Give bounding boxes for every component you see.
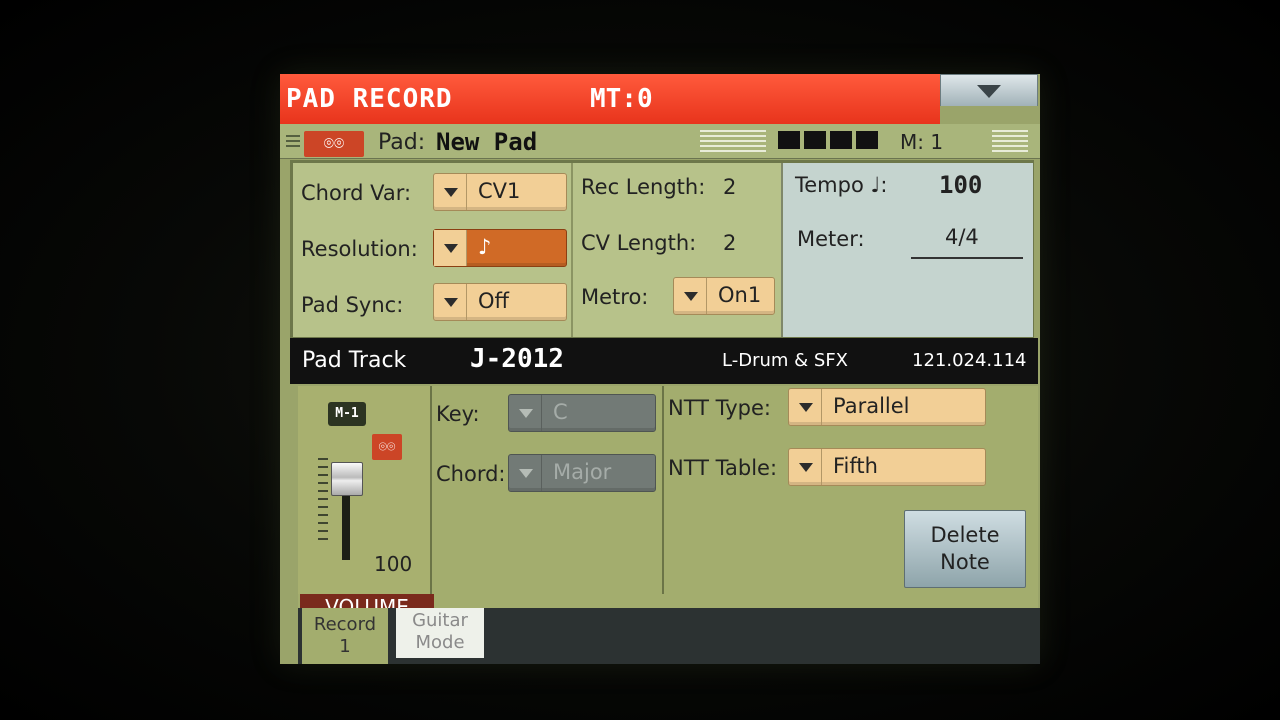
delete-label-line1: Delete: [930, 523, 1000, 547]
cv-length-value[interactable]: 2: [723, 231, 736, 255]
metro-value: On1: [718, 283, 762, 307]
info-row: ⌾⌾ Pad: New Pad M: 1: [280, 124, 1040, 159]
ntt-type-label: NTT Type:: [668, 396, 771, 420]
ntt-table-value: Fifth: [833, 454, 878, 478]
triangle-down-icon: [977, 85, 1001, 98]
chord-var-value: CV1: [478, 179, 521, 203]
tempo-value[interactable]: 100: [939, 171, 982, 199]
track-chip: M-1: [328, 402, 366, 426]
dropdown-arrow-icon: [434, 174, 467, 210]
tempo-meter-column: Tempo ♩: 100 Meter: 4/4: [781, 163, 1033, 337]
record-tape-icon[interactable]: ⌾⌾: [372, 434, 402, 460]
meter-value[interactable]: 4/4: [945, 225, 979, 249]
ntt-type-value: Parallel: [833, 394, 910, 418]
dropdown-arrow-icon: [434, 230, 467, 266]
dropdown-arrow-icon: [789, 389, 822, 425]
record-tape-icon: ⌾⌾: [304, 131, 364, 157]
length-column: Rec Length: 2 CV Length: 2 Metro: On1: [571, 163, 783, 337]
dropdown-arrow-icon: [509, 455, 542, 491]
key-value: C: [553, 400, 568, 424]
rec-length-label: Rec Length:: [581, 175, 706, 199]
resolution-label: Resolution:: [301, 237, 418, 261]
key-chord-column: Key: C Chord: Major: [430, 386, 664, 594]
pad-sync-label: Pad Sync:: [301, 293, 404, 317]
ntt-type-dropdown[interactable]: Parallel: [788, 388, 986, 426]
ntt-table-dropdown[interactable]: Fifth: [788, 448, 986, 486]
tab-guitar-mode[interactable]: Guitar Mode: [396, 608, 484, 658]
sound-category: L-Drum & SFX: [722, 350, 848, 371]
parameters-panel: Chord Var: CV1 Resolution: ♪ Pad Sync: O…: [290, 160, 1034, 340]
page-title: PAD RECORD: [286, 84, 453, 114]
chord-var-dropdown[interactable]: CV1: [433, 173, 567, 211]
cv-length-label: CV Length:: [581, 231, 697, 255]
lines-icon: [992, 130, 1028, 152]
title-spacer: [940, 106, 1040, 124]
measure-indicator: M: 1: [900, 130, 944, 154]
meter-label: Meter:: [797, 227, 865, 251]
resolution-dropdown[interactable]: ♪: [433, 229, 567, 267]
grip-icon: [286, 135, 300, 149]
title-bar: PAD RECORD MT:0: [280, 74, 940, 124]
fader-scale: [318, 458, 328, 546]
tab-guitar-line1: Guitar: [412, 610, 468, 631]
delete-label-line2: Note: [940, 550, 990, 574]
chord-label: Chord:: [436, 462, 506, 486]
pad-name[interactable]: New Pad: [436, 128, 537, 156]
key-dropdown[interactable]: C: [508, 394, 656, 432]
metro-label: Metro:: [581, 285, 649, 309]
pad-sync-dropdown[interactable]: Off: [433, 283, 567, 321]
tab-record-line2: 1: [339, 636, 351, 657]
pad-record-screen: PAD RECORD MT:0 ⌾⌾ Pad: New Pad M: 1 Cho…: [280, 74, 1040, 664]
delete-note-button[interactable]: Delete Note: [904, 510, 1026, 588]
metro-dropdown[interactable]: On1: [673, 277, 775, 315]
pad-sync-value: Off: [478, 289, 509, 313]
chord-value: Major: [553, 460, 612, 484]
lines-icon: [700, 130, 766, 152]
dropdown-arrow-icon: [509, 395, 542, 431]
sound-name[interactable]: J-2012: [470, 344, 564, 374]
tempo-label: Tempo ♩:: [795, 173, 888, 197]
tab-record-1[interactable]: Record 1: [302, 608, 388, 664]
ntt-column: NTT Type: Parallel NTT Table: Fifth Dele…: [664, 386, 1038, 594]
track-label: Pad Track: [302, 348, 407, 373]
pad-label: Pad:: [378, 130, 426, 155]
volume-value: 100: [374, 552, 413, 576]
chord-var-label: Chord Var:: [301, 181, 412, 205]
dropdown-arrow-icon: [434, 284, 467, 320]
bottom-tab-bar: Record 1 Guitar Mode: [298, 608, 1040, 664]
key-label: Key:: [436, 402, 480, 426]
track-settings-panel: M-1 ⌾⌾ 100 VOLUME Key: C Chord: Major NT…: [298, 386, 1038, 620]
program-id: 121.024.114: [912, 350, 1027, 371]
dropdown-arrow-icon: [674, 278, 707, 314]
rec-length-value[interactable]: 2: [723, 175, 736, 199]
track-bar: Pad Track J-2012 L-Drum & SFX 121.024.11…: [290, 338, 1038, 384]
mt-indicator: MT:0: [590, 84, 653, 114]
dropdown-arrow-icon: [789, 449, 822, 485]
chord-dropdown[interactable]: Major: [508, 454, 656, 492]
tab-guitar-line2: Mode: [415, 632, 465, 653]
volume-fader-handle[interactable]: [331, 462, 363, 496]
resolution-value: ♪: [478, 235, 492, 259]
tab-record-line1: Record: [313, 614, 377, 635]
volume-mixer: M-1 ⌾⌾ 100: [298, 386, 432, 594]
page-menu-button[interactable]: [940, 74, 1038, 108]
ntt-table-label: NTT Table:: [668, 456, 778, 480]
measure-blocks: [778, 131, 878, 149]
meter-underline: [911, 257, 1023, 259]
